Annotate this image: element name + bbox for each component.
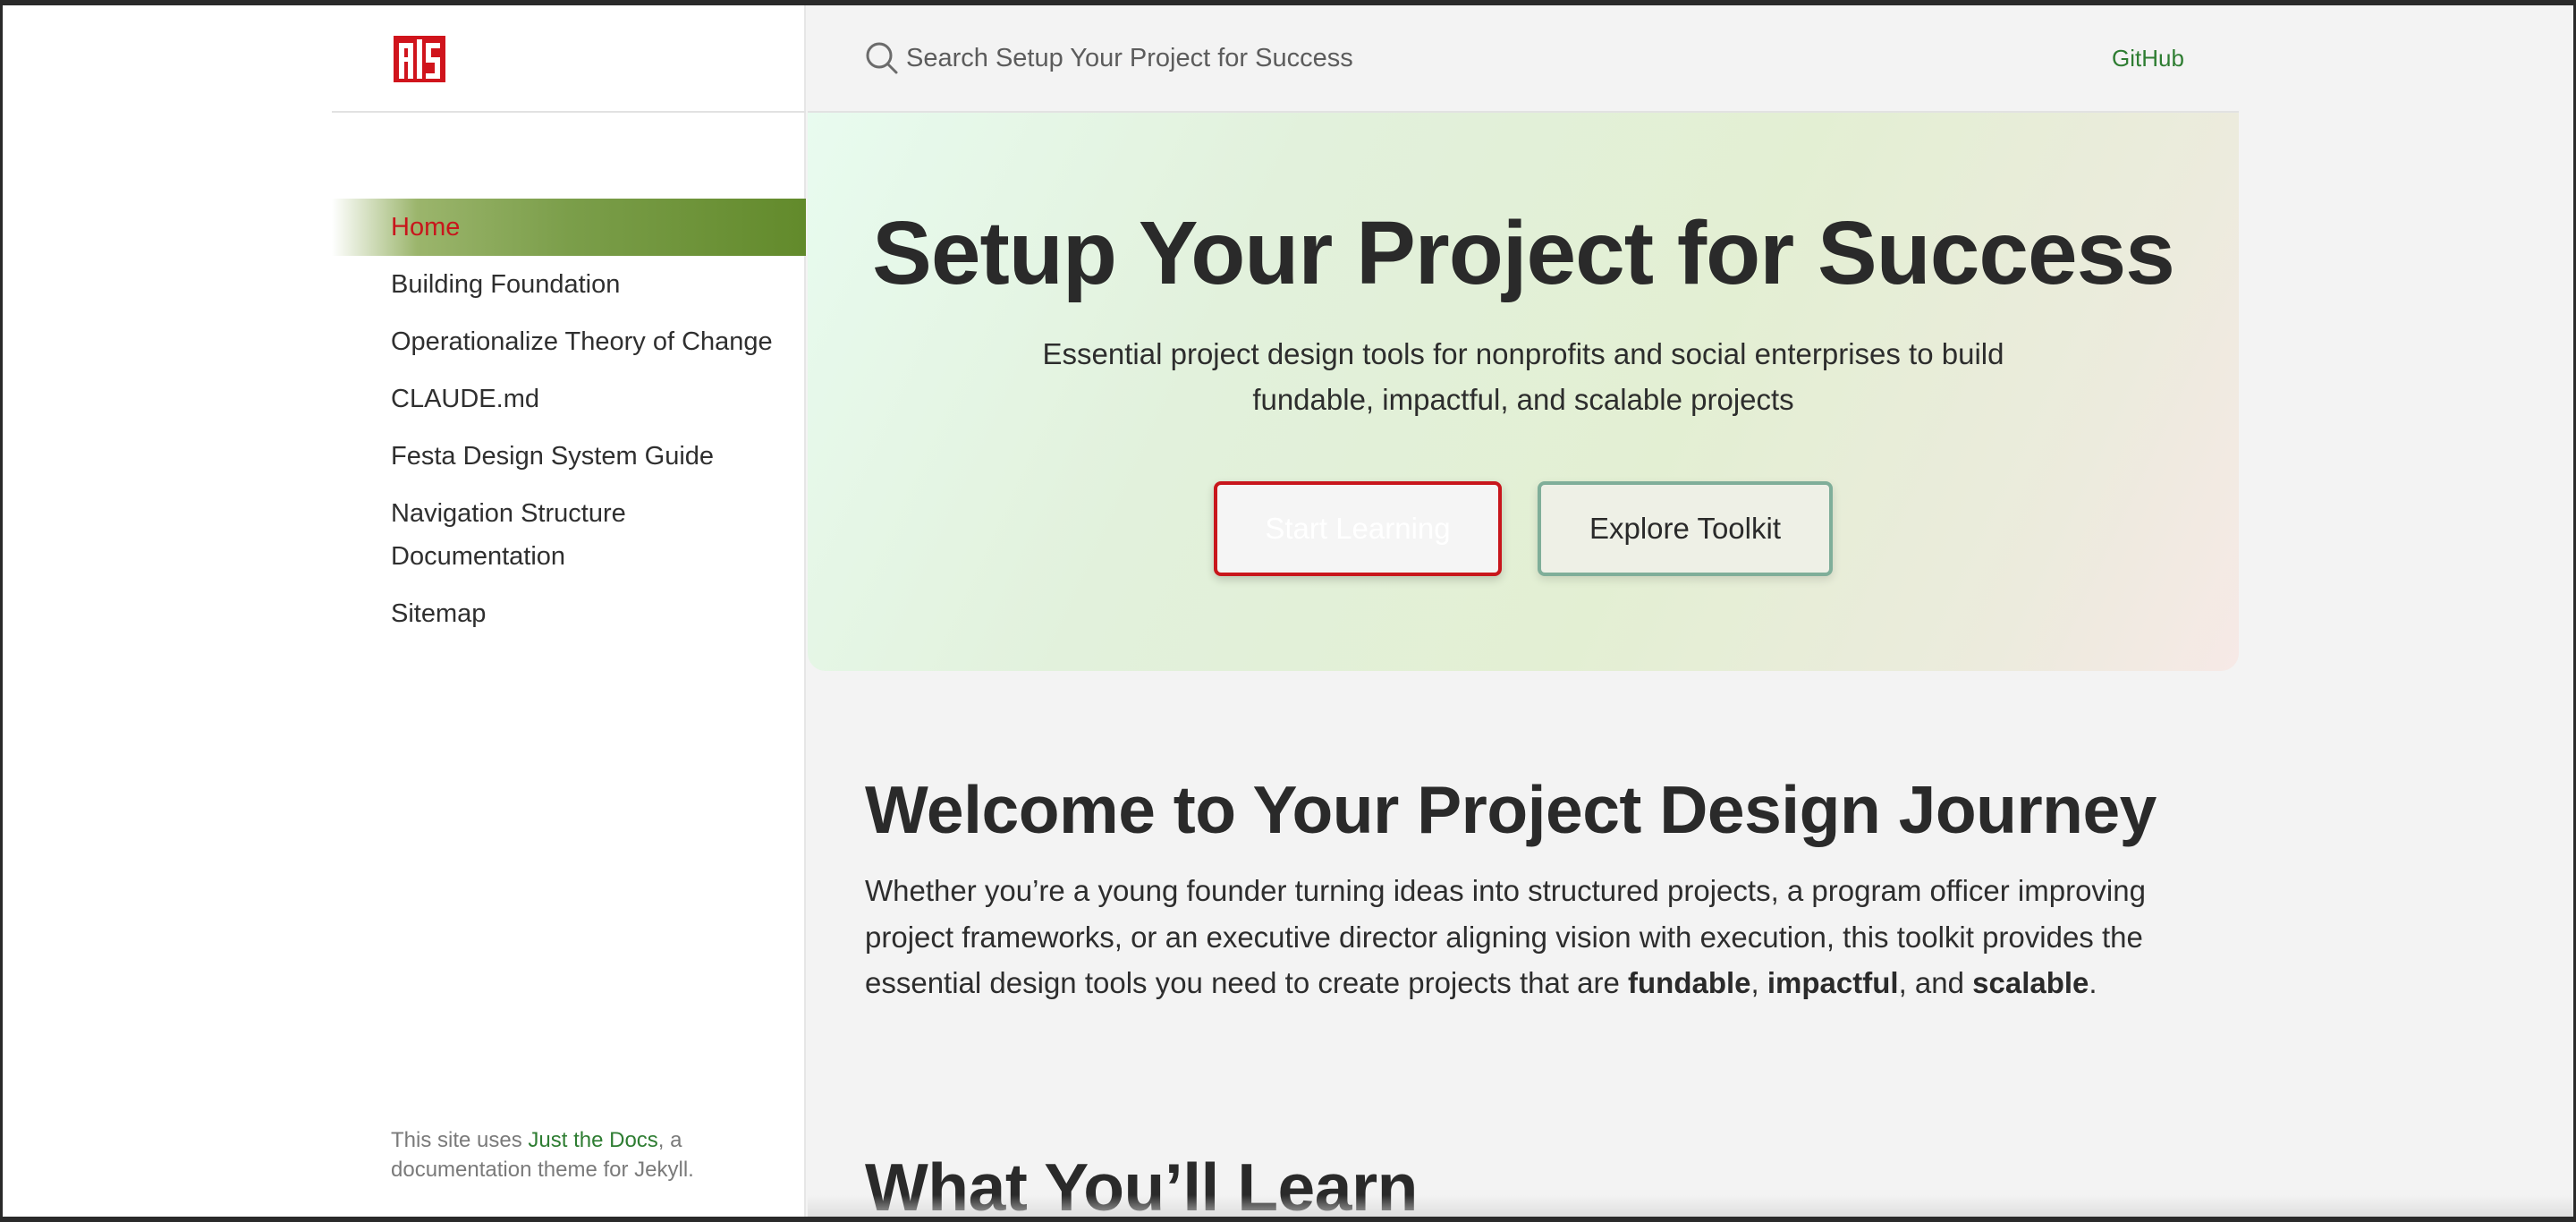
just-the-docs-link[interactable]: Just the Docs — [528, 1128, 657, 1152]
sidebar: Home Building Foundation Operationalize … — [332, 5, 806, 1222]
sidebar-nav: Home Building Foundation Operationalize … — [332, 199, 806, 649]
github-link[interactable]: GitHub — [2112, 45, 2184, 72]
period: . — [2089, 966, 2097, 999]
window-bottom-border — [0, 1217, 2576, 1222]
sidebar-item-design-system-guide[interactable]: Festa Design System Guide — [332, 435, 806, 478]
main-content: Welcome to Your Project Design Journey W… — [865, 769, 2189, 1006]
sidebar-item-home[interactable]: Home — [332, 199, 806, 256]
bold-impactful: impactful — [1767, 966, 1899, 999]
separator: , and — [1898, 966, 1973, 999]
separator: , — [1750, 966, 1767, 999]
hero-title: Setup Your Project for Success — [872, 203, 2175, 303]
site-logo-icon[interactable] — [394, 36, 445, 82]
sidebar-item-theory-of-change[interactable]: Operationalize Theory of Change — [332, 320, 806, 363]
welcome-heading: Welcome to Your Project Design Journey — [865, 772, 2157, 847]
top-header: GitHub — [808, 5, 2239, 113]
bold-scalable: scalable — [1972, 966, 2089, 999]
sidebar-item-claude-md[interactable]: CLAUDE.md — [332, 378, 806, 420]
hero-subtitle: Essential project design tools for nonpr… — [1042, 337, 2004, 416]
sidebar-footer: This site uses Just the Docs, a document… — [391, 1125, 767, 1184]
logo-row — [332, 5, 806, 113]
bold-fundable: fundable — [1628, 966, 1751, 999]
sidebar-item-building-foundation[interactable]: Building Foundation — [332, 263, 806, 306]
search-icon — [866, 42, 898, 74]
explore-toolkit-button[interactable]: Explore Toolkit — [1538, 481, 1833, 576]
footer-prefix: This site uses — [391, 1128, 529, 1152]
hero-section: Setup Your Project for Success Essential… — [808, 113, 2239, 671]
intro-paragraph: Whether you’re a young founder turning i… — [865, 868, 2189, 1006]
sidebar-item-sitemap[interactable]: Sitemap — [332, 592, 806, 635]
sidebar-item-navigation-docs[interactable]: Navigation Structure Documentation — [332, 492, 806, 578]
start-learning-button[interactable]: Start Learning — [1214, 481, 1502, 576]
search-input[interactable] — [906, 38, 1711, 79]
